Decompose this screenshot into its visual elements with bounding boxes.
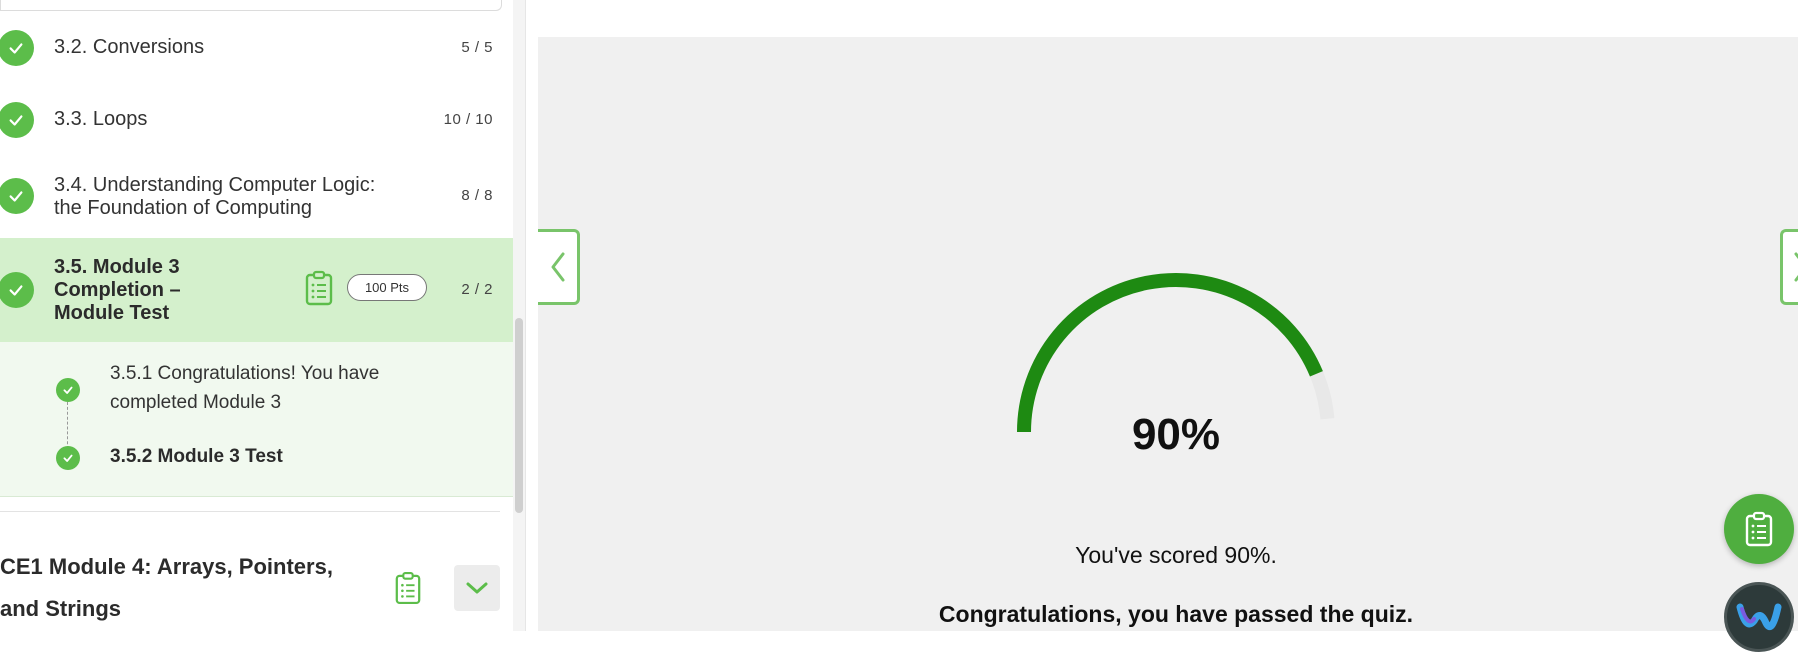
lesson-title: 3.2. Conversions <box>54 36 205 58</box>
sidebar-scrollbar-thumb[interactable] <box>515 318 523 513</box>
lesson-progress: 8 / 8 <box>461 187 493 204</box>
lesson-title-line: the Foundation of Computing <box>54 197 312 219</box>
chevron-right-icon <box>1794 252 1798 282</box>
lesson-row-3-3[interactable]: 3.3. Loops 10 / 10 <box>0 94 513 146</box>
subitem-title-line: 3.5.1 Congratulations! You have <box>110 363 380 384</box>
next-page-button[interactable] <box>1780 229 1798 305</box>
score-percent: 90% <box>1131 410 1221 459</box>
clipboard-icon <box>1745 511 1773 547</box>
lesson-progress: 10 / 10 <box>443 111 493 128</box>
divider <box>0 511 500 512</box>
check-icon <box>56 378 80 402</box>
lesson-subitems: 3.5.1 Congratulations! You have complete… <box>0 342 513 497</box>
score-text: You've scored 90%. <box>1075 542 1277 568</box>
points-badge: 100 Pts <box>347 274 427 301</box>
assistant-icon <box>1736 603 1782 630</box>
assistant-button[interactable] <box>1724 582 1794 652</box>
lesson-title: 3.3. Loops <box>54 108 148 130</box>
check-icon <box>56 446 80 470</box>
previous-page-button[interactable] <box>538 229 580 305</box>
check-icon <box>0 30 34 66</box>
lesson-title: 3.5. Module 3 Completion – Module Test <box>54 256 181 325</box>
check-icon <box>0 102 34 138</box>
lesson-title: 3.4. Understanding Computer Logic: the F… <box>54 174 375 220</box>
module-4-title[interactable]: CE1 Module 4: Arrays, Pointers, and Stri… <box>0 546 360 630</box>
lesson-progress: 2 / 2 <box>461 281 493 298</box>
lesson-title-line: 3.5. Module 3 <box>54 256 180 278</box>
lesson-row-3-5[interactable]: 3.5. Module 3 Completion – Module Test 1… <box>0 238 513 342</box>
check-icon <box>0 178 34 214</box>
lesson-title-line: 3.4. Understanding Computer Logic: <box>54 174 376 196</box>
clipboard-icon <box>395 572 421 605</box>
content-header <box>538 0 1798 37</box>
expand-module-button[interactable] <box>454 565 500 611</box>
module-title-line: and Strings <box>0 596 122 621</box>
chevron-down-icon <box>466 582 488 594</box>
quiz-result-panel: 90% You've scored 90%. Congratulations, … <box>538 0 1798 652</box>
course-sidebar: 3.2. Conversions 5 / 5 3.3. Loops 10 / 1… <box>0 0 526 631</box>
sidebar-scrollbar[interactable] <box>513 0 525 631</box>
check-icon <box>0 272 34 308</box>
chevron-left-icon <box>551 252 564 282</box>
lesson-row-3-2[interactable]: 3.2. Conversions 5 / 5 <box>0 22 513 74</box>
clipboard-icon <box>305 270 333 306</box>
subitem-3-5-2[interactable]: 3.5.2 Module 3 Test <box>110 442 283 471</box>
lesson-title-line: Completion – <box>54 279 181 301</box>
search-box-edge <box>0 0 502 11</box>
module-title-line: CE1 Module 4: Arrays, Pointers, <box>0 554 333 579</box>
lesson-row-3-4[interactable]: 3.4. Understanding Computer Logic: the F… <box>0 166 513 226</box>
subitem-title-line: completed Module 3 <box>110 392 282 413</box>
lesson-title-line: Module Test <box>54 302 170 324</box>
quiz-list-fab[interactable] <box>1724 494 1794 564</box>
pass-message: Congratulations, you have passed the qui… <box>938 601 1414 627</box>
lesson-progress: 5 / 5 <box>461 39 493 56</box>
subitem-3-5-1[interactable]: 3.5.1 Congratulations! You have complete… <box>110 359 379 417</box>
